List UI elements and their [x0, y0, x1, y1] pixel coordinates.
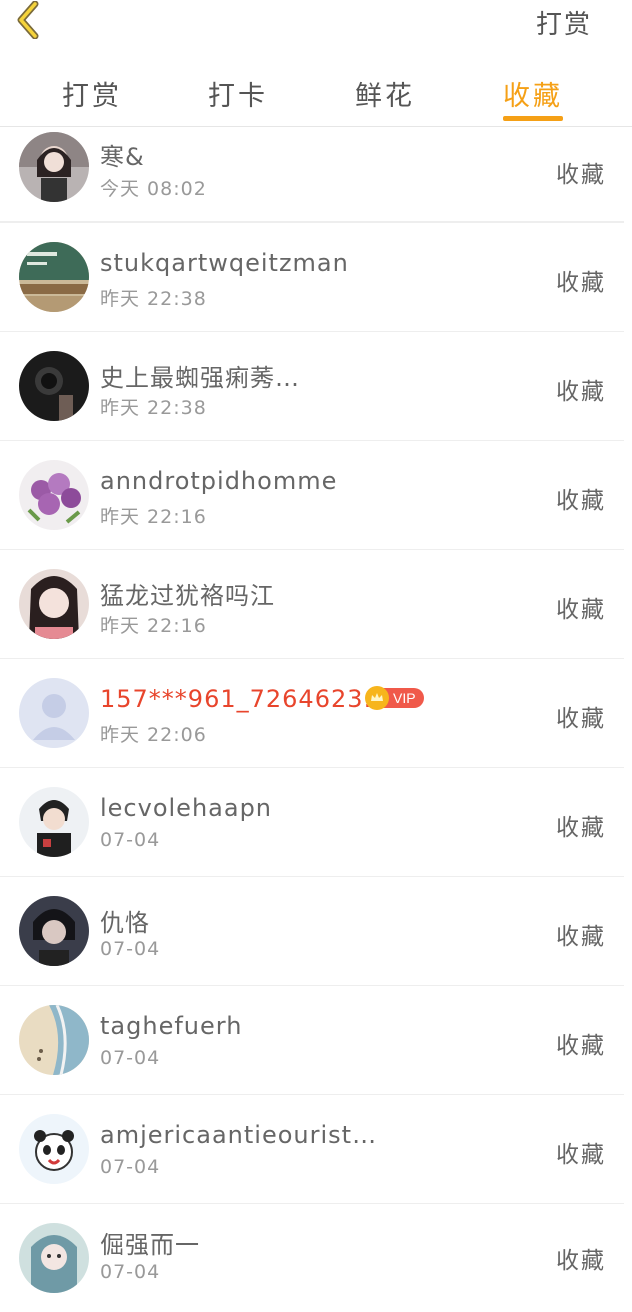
tab-checkin[interactable]: 打卡: [198, 74, 278, 113]
chevron-left-icon: [13, 0, 43, 43]
user-name: 寒&: [100, 143, 145, 171]
favorite-button[interactable]: 收藏: [556, 155, 606, 189]
user-name: 157***961_7264623…: [100, 685, 389, 713]
timestamp: 昨天 22:16: [100, 615, 207, 637]
reward-button[interactable]: 打赏: [536, 4, 592, 41]
user-name: 倔强而一: [100, 1231, 200, 1259]
avatar: [19, 1005, 89, 1075]
user-name: 史上最蜘强痢莠…: [100, 364, 300, 392]
list-item[interactable]: 仇恪 07-04 收藏: [0, 877, 624, 987]
timestamp: 昨天 22:06: [100, 724, 207, 746]
timestamp: 07-04: [100, 938, 161, 960]
tab-favorites[interactable]: 收藏: [493, 74, 573, 113]
avatar: [19, 1223, 89, 1293]
avatar: [19, 132, 89, 202]
list-item[interactable]: 157***961_7264623… VIP 昨天 22:06 收藏: [0, 659, 624, 769]
list-item[interactable]: 猛龙过犹袼吗江 昨天 22:16 收藏: [0, 550, 624, 660]
user-name: taghefuerh: [100, 1012, 243, 1040]
vip-badge: VIP: [365, 686, 424, 710]
timestamp: 07-04: [100, 1156, 161, 1178]
timestamp: 07-04: [100, 1047, 161, 1069]
list-item[interactable]: taghefuerh 07-04 收藏: [0, 986, 624, 1096]
favorite-button[interactable]: 收藏: [556, 1241, 606, 1275]
timestamp: 07-04: [100, 829, 161, 851]
favorite-button[interactable]: 收藏: [556, 917, 606, 951]
tab-reward[interactable]: 打赏: [52, 74, 132, 113]
avatar: [19, 1114, 89, 1184]
list-item[interactable]: amjericaantieourist… 07-04 收藏: [0, 1095, 624, 1205]
favorite-button[interactable]: 收藏: [556, 808, 606, 842]
list-item[interactable]: 倔强而一 07-04 收藏: [0, 1204, 624, 1312]
list-item[interactable]: 史上最蜘强痢莠… 昨天 22:38 收藏: [0, 332, 624, 442]
timestamp: 昨天 22:16: [100, 506, 207, 528]
user-name: lecvolehaapn: [100, 794, 273, 822]
back-button[interactable]: [6, 0, 50, 44]
favorite-button[interactable]: 收藏: [556, 1135, 606, 1169]
avatar: [19, 787, 89, 857]
list-item[interactable]: lecvolehaapn 07-04 收藏: [0, 768, 624, 878]
tab-flowers[interactable]: 鲜花: [345, 74, 425, 113]
favorite-button[interactable]: 收藏: [556, 1026, 606, 1060]
avatar: [19, 896, 89, 966]
list-item[interactable]: stukqartwqeitzman 昨天 22:38 收藏: [0, 223, 624, 333]
user-name: stukqartwqeitzman: [100, 249, 349, 277]
avatar: [19, 242, 89, 312]
favorite-button[interactable]: 收藏: [556, 372, 606, 406]
user-name: anndrotpidhomme: [100, 467, 338, 495]
list-item[interactable]: anndrotpidhomme 昨天 22:16 收藏: [0, 441, 624, 551]
favorite-button[interactable]: 收藏: [556, 699, 606, 733]
timestamp: 今天 08:02: [100, 178, 207, 200]
avatar: [19, 460, 89, 530]
avatar: [19, 569, 89, 639]
favorite-button[interactable]: 收藏: [556, 263, 606, 297]
crown-icon: [365, 686, 389, 710]
active-tab-indicator: [503, 116, 563, 121]
favorite-button[interactable]: 收藏: [556, 481, 606, 515]
timestamp: 昨天 22:38: [100, 288, 207, 310]
timestamp: 昨天 22:38: [100, 397, 207, 419]
favorite-button[interactable]: 收藏: [556, 590, 606, 624]
list-item[interactable]: 寒& 今天 08:02 收藏: [0, 127, 624, 223]
top-bar: 打赏: [0, 0, 632, 60]
avatar: [19, 351, 89, 421]
user-name: amjericaantieourist…: [100, 1121, 378, 1149]
user-name: 仇恪: [100, 909, 150, 937]
default-avatar-icon: [19, 678, 89, 748]
user-name: 猛龙过犹袼吗江: [100, 582, 275, 610]
